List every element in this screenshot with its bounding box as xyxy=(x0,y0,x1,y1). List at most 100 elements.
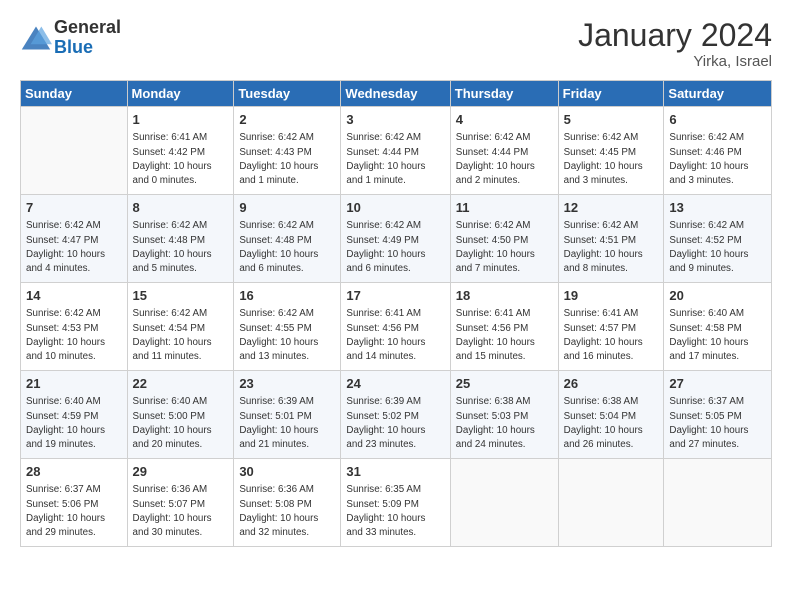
day-number: 25 xyxy=(456,375,553,393)
logo-icon xyxy=(20,24,52,52)
table-row: 11Sunrise: 6:42 AMSunset: 4:50 PMDayligh… xyxy=(450,195,558,283)
table-row: 2 Sunrise: 6:42 AMSunset: 4:43 PMDaylight… xyxy=(234,107,341,195)
day-info: Sunrise: 6:42 AMSunset: 4:46 PMDaylight:… xyxy=(669,131,766,188)
logo-blue-text: Blue xyxy=(54,37,93,57)
calendar-week-row: 21Sunrise: 6:40 AMSunset: 4:59 PMDayligh… xyxy=(21,371,772,459)
table-row: 5 Sunrise: 6:42 AMSunset: 4:45 PMDaylight… xyxy=(558,107,664,195)
day-info: Sunrise: 6:42 AMSunset: 4:54 PMDaylight:… xyxy=(133,307,229,364)
day-info: Sunrise: 6:42 AMSunset: 4:52 PMDaylight:… xyxy=(669,219,766,276)
table-row: 28 Sunrise: 6:37 AMSunset: 5:06 PMDayligh… xyxy=(21,459,128,547)
header: General Blue January 2024 Yirka, Israel xyxy=(20,18,772,70)
day-info: Sunrise: 6:42 AMSunset: 4:45 PMDaylight:… xyxy=(564,131,659,188)
col-wednesday: Wednesday xyxy=(341,81,450,107)
day-number: 13 xyxy=(669,199,766,217)
col-friday: Friday xyxy=(558,81,664,107)
day-info: Sunrise: 6:41 AMSunset: 4:56 PMDaylight:… xyxy=(346,307,444,364)
table-row: 12 Sunrise: 6:42 AMSunset: 4:51 PMDayligh… xyxy=(558,195,664,283)
table-row: 31Sunrise: 6:35 AMSunset: 5:09 PMDayligh… xyxy=(341,459,450,547)
day-number: 1 xyxy=(133,111,229,129)
table-row: 24 Sunrise: 6:39 AMSunset: 5:02 PMDayligh… xyxy=(341,371,450,459)
day-info: Sunrise: 6:37 AMSunset: 5:05 PMDaylight:… xyxy=(669,395,766,452)
day-info: Sunrise: 6:42 AMSunset: 4:44 PMDaylight:… xyxy=(346,131,444,188)
table-row: 30 Sunrise: 6:36 AMSunset: 5:08 PMDayligh… xyxy=(234,459,341,547)
day-info: Sunrise: 6:42 AMSunset: 4:44 PMDaylight:… xyxy=(456,131,553,188)
day-info: Sunrise: 6:40 AMSunset: 4:59 PMDaylight:… xyxy=(26,395,122,452)
day-number: 14 xyxy=(26,287,122,305)
table-row: 10 Sunrise: 6:42 AMSunset: 4:49 PMDayligh… xyxy=(341,195,450,283)
day-info: Sunrise: 6:42 AMSunset: 4:53 PMDaylight:… xyxy=(26,307,122,364)
calendar-body: 1 Sunrise: 6:41 AMSunset: 4:42 PMDaylight… xyxy=(21,107,772,547)
day-number: 3 xyxy=(346,111,444,129)
table-row: 22Sunrise: 6:40 AMSunset: 5:00 PMDayligh… xyxy=(127,371,234,459)
table-row xyxy=(664,459,772,547)
day-number: 17 xyxy=(346,287,444,305)
day-number: 10 xyxy=(346,199,444,217)
day-info: Sunrise: 6:42 AMSunset: 4:51 PMDaylight:… xyxy=(564,219,659,276)
logo-general-text: General xyxy=(54,17,121,37)
table-row: 13 Sunrise: 6:42 AMSunset: 4:52 PMDayligh… xyxy=(664,195,772,283)
day-number: 6 xyxy=(669,111,766,129)
day-number: 20 xyxy=(669,287,766,305)
table-row: 17 Sunrise: 6:41 AMSunset: 4:56 PMDayligh… xyxy=(341,283,450,371)
col-sunday: Sunday xyxy=(21,81,128,107)
day-info: Sunrise: 6:36 AMSunset: 5:08 PMDaylight:… xyxy=(239,483,335,540)
table-row: 18Sunrise: 6:41 AMSunset: 4:56 PMDayligh… xyxy=(450,283,558,371)
day-info: Sunrise: 6:39 AMSunset: 5:01 PMDaylight:… xyxy=(239,395,335,452)
day-number: 4 xyxy=(456,111,553,129)
table-row: 1 Sunrise: 6:41 AMSunset: 4:42 PMDaylight… xyxy=(127,107,234,195)
day-number: 26 xyxy=(564,375,659,393)
table-row: 16 Sunrise: 6:42 AMSunset: 4:55 PMDayligh… xyxy=(234,283,341,371)
logo: General Blue xyxy=(20,18,121,58)
day-info: Sunrise: 6:42 AMSunset: 4:55 PMDaylight:… xyxy=(239,307,335,364)
day-number: 30 xyxy=(239,463,335,481)
day-info: Sunrise: 6:41 AMSunset: 4:57 PMDaylight:… xyxy=(564,307,659,364)
page: General Blue January 2024 Yirka, Israel … xyxy=(0,0,792,612)
day-info: Sunrise: 6:41 AMSunset: 4:42 PMDaylight:… xyxy=(133,131,229,188)
table-row xyxy=(450,459,558,547)
day-info: Sunrise: 6:42 AMSunset: 4:48 PMDaylight:… xyxy=(239,219,335,276)
day-number: 7 xyxy=(26,199,122,217)
table-row: 7 Sunrise: 6:42 AMSunset: 4:47 PMDaylight… xyxy=(21,195,128,283)
day-number: 12 xyxy=(564,199,659,217)
calendar-table: Sunday Monday Tuesday Wednesday Thursday… xyxy=(20,80,772,547)
table-row xyxy=(21,107,128,195)
day-number: 9 xyxy=(239,199,335,217)
day-number: 24 xyxy=(346,375,444,393)
day-info: Sunrise: 6:42 AMSunset: 4:47 PMDaylight:… xyxy=(26,219,122,276)
day-info: Sunrise: 6:35 AMSunset: 5:09 PMDaylight:… xyxy=(346,483,444,540)
day-number: 16 xyxy=(239,287,335,305)
day-number: 22 xyxy=(133,375,229,393)
calendar-week-row: 7 Sunrise: 6:42 AMSunset: 4:47 PMDaylight… xyxy=(21,195,772,283)
table-row: 19 Sunrise: 6:41 AMSunset: 4:57 PMDayligh… xyxy=(558,283,664,371)
calendar-week-row: 1 Sunrise: 6:41 AMSunset: 4:42 PMDaylight… xyxy=(21,107,772,195)
day-info: Sunrise: 6:42 AMSunset: 4:49 PMDaylight:… xyxy=(346,219,444,276)
day-number: 19 xyxy=(564,287,659,305)
day-info: Sunrise: 6:36 AMSunset: 5:07 PMDaylight:… xyxy=(133,483,229,540)
day-number: 8 xyxy=(133,199,229,217)
day-info: Sunrise: 6:42 AMSunset: 4:43 PMDaylight:… xyxy=(239,131,335,188)
day-info: Sunrise: 6:38 AMSunset: 5:03 PMDaylight:… xyxy=(456,395,553,452)
day-info: Sunrise: 6:38 AMSunset: 5:04 PMDaylight:… xyxy=(564,395,659,452)
table-row: 27 Sunrise: 6:37 AMSunset: 5:05 PMDayligh… xyxy=(664,371,772,459)
col-saturday: Saturday xyxy=(664,81,772,107)
day-number: 27 xyxy=(669,375,766,393)
day-number: 5 xyxy=(564,111,659,129)
day-info: Sunrise: 6:41 AMSunset: 4:56 PMDaylight:… xyxy=(456,307,553,364)
month-title: January 2024 xyxy=(578,18,772,53)
table-row: 14 Sunrise: 6:42 AMSunset: 4:53 PMDayligh… xyxy=(21,283,128,371)
table-row: 8 Sunrise: 6:42 AMSunset: 4:48 PMDaylight… xyxy=(127,195,234,283)
day-info: Sunrise: 6:42 AMSunset: 4:48 PMDaylight:… xyxy=(133,219,229,276)
day-info: Sunrise: 6:40 AMSunset: 4:58 PMDaylight:… xyxy=(669,307,766,364)
table-row: 25 Sunrise: 6:38 AMSunset: 5:03 PMDayligh… xyxy=(450,371,558,459)
day-info: Sunrise: 6:39 AMSunset: 5:02 PMDaylight:… xyxy=(346,395,444,452)
table-row: 20 Sunrise: 6:40 AMSunset: 4:58 PMDayligh… xyxy=(664,283,772,371)
day-info: Sunrise: 6:37 AMSunset: 5:06 PMDaylight:… xyxy=(26,483,122,540)
calendar-header: Sunday Monday Tuesday Wednesday Thursday… xyxy=(21,81,772,107)
table-row: 3 Sunrise: 6:42 AMSunset: 4:44 PMDaylight… xyxy=(341,107,450,195)
day-number: 29 xyxy=(133,463,229,481)
day-number: 2 xyxy=(239,111,335,129)
col-monday: Monday xyxy=(127,81,234,107)
calendar-week-row: 28 Sunrise: 6:37 AMSunset: 5:06 PMDayligh… xyxy=(21,459,772,547)
day-number: 28 xyxy=(26,463,122,481)
col-thursday: Thursday xyxy=(450,81,558,107)
